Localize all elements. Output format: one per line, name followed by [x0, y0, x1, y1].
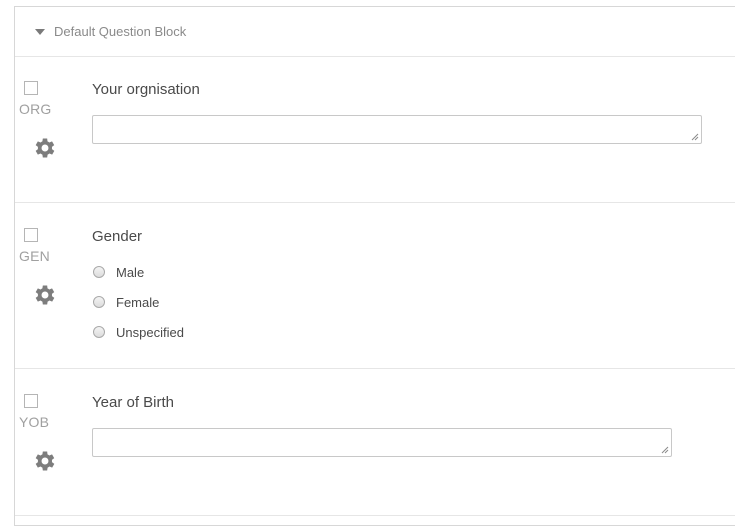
caret-down-icon[interactable] [35, 29, 45, 35]
block-header[interactable]: Default Question Block [15, 7, 735, 57]
choice-label: Unspecified [116, 325, 184, 340]
resize-grip-icon[interactable] [661, 446, 669, 454]
radio-button[interactable] [93, 296, 105, 308]
question-select-checkbox[interactable] [24, 228, 38, 242]
org-text-input[interactable] [92, 115, 702, 144]
question-export-tag: ORG [19, 101, 52, 117]
block-title: Default Question Block [54, 24, 187, 39]
question-text: Year of Birth [92, 394, 174, 411]
question-select-checkbox[interactable] [24, 394, 38, 408]
gear-icon[interactable] [32, 282, 58, 308]
question-yob: YOB Year of Birth [15, 369, 735, 516]
question-text: Your orgnisation [92, 81, 200, 98]
question-org: ORG Your orgnisation [15, 56, 735, 203]
question-export-tag: GEN [19, 248, 50, 264]
question-text: Gender [92, 228, 143, 245]
gear-icon[interactable] [32, 448, 58, 474]
radio-button[interactable] [93, 326, 105, 338]
question-export-tag: YOB [19, 414, 50, 430]
question-block: Default Question Block ORG Your orgnisat… [14, 6, 735, 526]
yob-text-input[interactable] [92, 428, 672, 457]
radio-button[interactable] [93, 266, 105, 278]
question-select-checkbox[interactable] [24, 81, 38, 95]
gear-icon[interactable] [32, 135, 58, 161]
resize-grip-icon[interactable] [691, 133, 699, 141]
choice-label: Female [116, 295, 160, 310]
question-gen: GEN Gender Male Female Unspecified [15, 203, 735, 369]
choice-label: Male [116, 265, 145, 280]
